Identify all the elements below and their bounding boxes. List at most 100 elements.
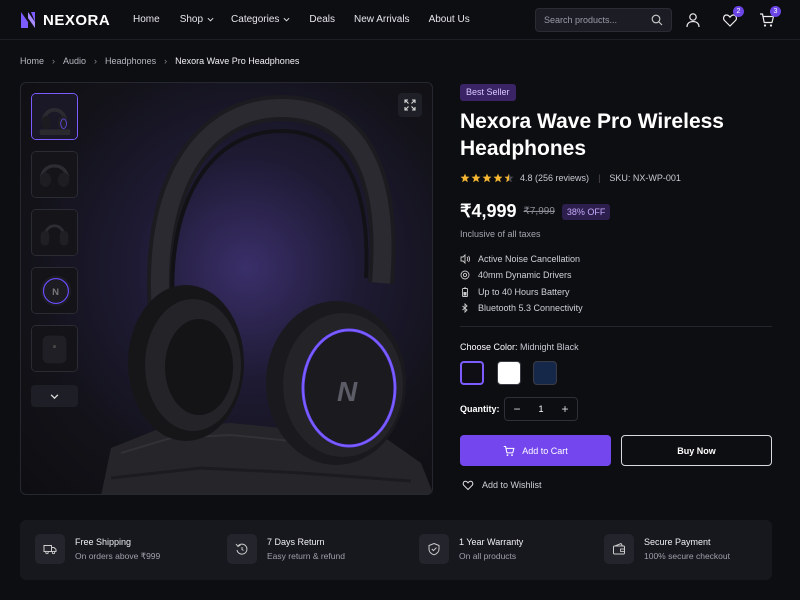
thumbnail-5[interactable] xyxy=(31,325,78,372)
nav-label: Deals xyxy=(309,14,335,25)
rating-stars xyxy=(460,173,514,183)
review-count[interactable]: (256 reviews) xyxy=(535,173,589,183)
star-icon xyxy=(482,173,492,183)
perk-free-shipping: Free Shipping On orders above ₹999 xyxy=(35,534,160,564)
perk-title: Free Shipping xyxy=(75,536,132,547)
nav-home[interactable]: Home xyxy=(133,14,160,25)
nav-new-arrivals[interactable]: New Arrivals xyxy=(354,14,410,25)
nav-label: New Arrivals xyxy=(353,14,410,25)
quantity-decrease-button[interactable]: − xyxy=(505,398,529,420)
quantity-label: Quantity: xyxy=(460,404,500,414)
thumbnail-3[interactable] xyxy=(31,209,78,256)
chevron-down-icon xyxy=(207,17,214,22)
color-label-text: Choose Color: xyxy=(460,342,518,352)
breadcrumb: Home › Audio › Headphones › Nexora Wave … xyxy=(20,56,299,66)
truck-icon xyxy=(35,534,65,564)
chevron-right-icon: › xyxy=(164,56,168,66)
color-swatch-navy[interactable] xyxy=(533,361,557,385)
nav-label: Home xyxy=(133,14,160,25)
feature-item: Active Noise Cancellation xyxy=(460,253,583,265)
add-to-cart-button[interactable]: Add to Cart xyxy=(460,435,611,466)
breadcrumb-current: Nexora Wave Pro Headphones xyxy=(175,56,300,66)
thumbnail-1[interactable] xyxy=(31,93,78,140)
breadcrumb-home[interactable]: Home xyxy=(20,56,44,66)
earcup-thumbnail-image: N xyxy=(32,268,77,313)
quantity-stepper: − 1 + xyxy=(504,397,578,421)
perk-subtitle: On all products xyxy=(459,551,517,561)
perk-subtitle: On orders above ₹999 xyxy=(75,550,161,561)
selected-color-name: Midnight Black xyxy=(520,342,579,352)
logo[interactable]: NEXORA xyxy=(20,11,110,29)
account-button[interactable] xyxy=(685,12,701,28)
feature-item: Bluetooth 5.3 Connectivity xyxy=(460,303,583,315)
add-to-cart-label: Add to Cart xyxy=(522,445,568,456)
rating-value: 4.8 xyxy=(520,173,533,183)
svg-text:N: N xyxy=(337,376,358,407)
nav-label: About Us xyxy=(428,14,470,25)
case-thumbnail-image xyxy=(32,326,77,371)
thumbnails-scroll-down-button[interactable] xyxy=(31,385,78,407)
headphones-thumbnail-image xyxy=(32,210,77,255)
site-header: NEXORA Home Shop Categories Deals New Ar… xyxy=(0,0,800,40)
tax-note: Inclusive of all taxes xyxy=(460,229,541,239)
wishlist-label: Add to Wishlist xyxy=(482,480,542,490)
divider: | xyxy=(598,173,601,183)
original-price: ₹7,999 xyxy=(523,206,555,217)
perk-title: 1 Year Warranty xyxy=(459,537,524,547)
chevron-down-icon xyxy=(50,393,59,399)
expand-icon xyxy=(404,99,416,111)
quantity-value[interactable]: 1 xyxy=(529,404,553,414)
chevron-right-icon: › xyxy=(52,56,56,66)
product-rating: 4.8 (256 reviews) | SKU: NX-WP-001 xyxy=(460,173,681,183)
sale-price: ₹4,999 xyxy=(460,201,517,221)
brand-name: NEXORA xyxy=(43,11,111,29)
color-swatch-white[interactable] xyxy=(497,361,521,385)
shield-icon xyxy=(419,534,449,564)
battery-icon xyxy=(462,287,468,297)
perk-return: 7 Days Return Easy return & refund xyxy=(227,534,345,564)
perk-subtitle: 100% secure checkout xyxy=(644,551,730,561)
cart-icon xyxy=(503,445,515,456)
user-icon xyxy=(686,13,700,28)
product-sku: SKU: NX-WP-001 xyxy=(609,173,681,183)
feature-label: 40mm Dynamic Drivers xyxy=(478,270,572,281)
nav-shop[interactable]: Shop xyxy=(180,14,214,25)
logo-icon xyxy=(21,12,35,28)
add-to-wishlist-link[interactable]: Add to Wishlist xyxy=(462,479,542,491)
feature-label: Active Noise Cancellation xyxy=(478,253,581,264)
search-icon[interactable] xyxy=(651,14,663,26)
main-product-image: N xyxy=(101,94,432,494)
breadcrumb-headphones[interactable]: Headphones xyxy=(105,56,156,66)
main-nav: Home Shop Categories Deals New Arrivals … xyxy=(133,14,470,25)
nav-label: Categories xyxy=(231,14,280,25)
expand-image-button[interactable] xyxy=(398,93,422,117)
nav-deals[interactable]: Deals xyxy=(309,14,335,25)
thumbnail-4[interactable]: N xyxy=(31,267,78,314)
star-icon xyxy=(460,173,470,183)
cart-count-badge: 3 xyxy=(770,6,781,17)
quantity-increase-button[interactable]: + xyxy=(553,398,577,420)
product-gallery: N N xyxy=(20,82,433,495)
buy-now-button[interactable]: Buy Now xyxy=(621,435,772,466)
color-label: Choose Color: Midnight Black xyxy=(460,342,579,352)
perk-title: Secure Payment xyxy=(644,537,711,547)
buy-now-label: Buy Now xyxy=(677,445,716,456)
perks-bar: Free Shipping On orders above ₹999 7 Day… xyxy=(20,520,772,580)
heart-icon xyxy=(462,480,474,491)
nav-categories[interactable]: Categories xyxy=(231,14,290,25)
feature-item: 40mm Dynamic Drivers xyxy=(460,270,583,282)
color-swatch-midnight-black[interactable] xyxy=(460,361,484,385)
driver-icon xyxy=(460,270,470,280)
discount-badge: 38% OFF xyxy=(561,203,611,220)
cart-button[interactable]: 3 xyxy=(759,6,781,28)
search-input[interactable] xyxy=(544,15,651,25)
nav-about-us[interactable]: About Us xyxy=(429,14,470,25)
chevron-down-icon xyxy=(283,17,290,22)
wishlist-button[interactable]: 2 xyxy=(722,6,744,28)
best-seller-badge: Best Seller xyxy=(460,84,516,101)
feature-list: Active Noise Cancellation 40mm Dynamic D… xyxy=(460,253,583,314)
breadcrumb-audio[interactable]: Audio xyxy=(63,56,86,66)
feature-label: Bluetooth 5.3 Connectivity xyxy=(478,303,583,314)
headphones-thumbnail-image xyxy=(32,152,77,197)
thumbnail-2[interactable] xyxy=(31,151,78,198)
